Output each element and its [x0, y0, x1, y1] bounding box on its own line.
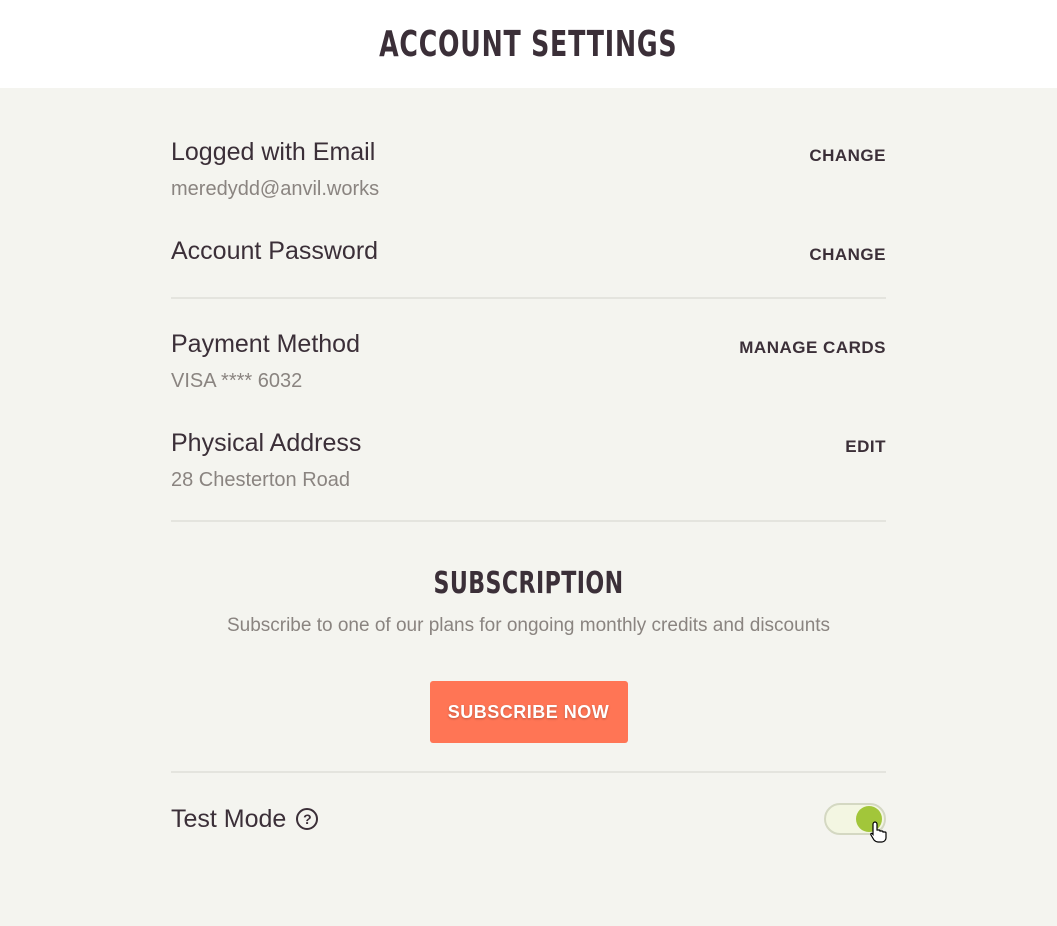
subscription-title: SUBSCRIPTION [433, 566, 624, 601]
header-bar: ACCOUNT SETTINGS [0, 0, 1057, 88]
help-circle-icon[interactable]: ? [296, 808, 319, 830]
email-row: Logged with Email meredydd@anvil.works C… [171, 138, 886, 201]
test-mode-toggle[interactable] [824, 803, 887, 843]
divider [171, 297, 886, 299]
settings-panel: Logged with Email meredydd@anvil.works C… [171, 138, 887, 843]
email-value: meredydd@anvil.works [171, 178, 380, 200]
pointer-cursor-icon [870, 821, 887, 843]
change-password-button[interactable]: CHANGE [809, 245, 886, 265]
manage-cards-button[interactable]: MANAGE CARDS [739, 338, 886, 358]
payment-row: Payment Method VISA **** 6032 MANAGE CAR… [171, 330, 886, 393]
test-mode-row: Test Mode ? [171, 803, 887, 843]
page-title: ACCOUNT SETTINGS [379, 23, 678, 65]
subscription-section: SUBSCRIPTION Subscribe to one of our pla… [171, 566, 886, 743]
address-row: Physical Address 28 Chesterton Road EDIT [171, 429, 886, 492]
email-label: Logged with Email [171, 138, 376, 166]
divider [171, 771, 886, 773]
edit-address-button[interactable]: EDIT [845, 437, 886, 457]
password-row: Account Password CHANGE [171, 237, 886, 266]
subscribe-now-button[interactable]: SUBSCRIBE NOW [429, 681, 628, 743]
test-mode-label: Test Mode [171, 804, 287, 833]
address-label: Physical Address [171, 429, 362, 457]
subscription-description: Subscribe to one of our plans for ongoin… [226, 615, 831, 636]
payment-label: Payment Method [171, 330, 360, 358]
payment-value: VISA **** 6032 [171, 370, 303, 392]
address-value: 28 Chesterton Road [171, 469, 351, 491]
divider [171, 520, 886, 522]
change-email-button[interactable]: CHANGE [809, 146, 886, 166]
password-label: Account Password [171, 237, 379, 265]
